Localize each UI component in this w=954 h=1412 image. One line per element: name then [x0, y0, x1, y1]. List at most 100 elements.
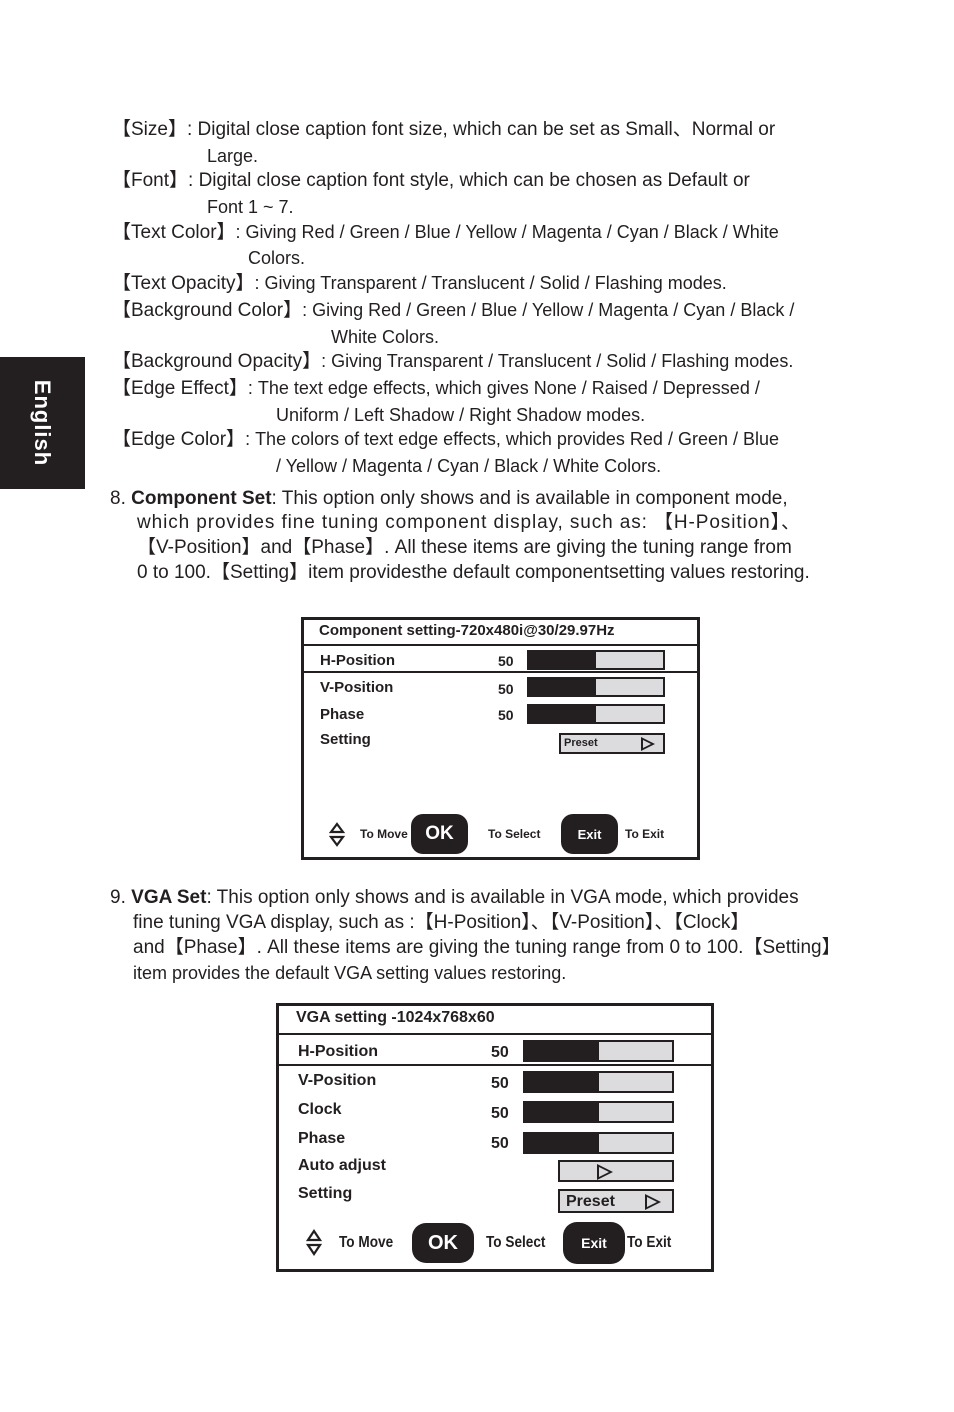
slider-fill: [525, 1134, 599, 1152]
option-background-opacity: 【Background Opacity】: Giving Transparent…: [112, 350, 793, 373]
h-position-slider[interactable]: [527, 650, 665, 670]
to-exit-hint: To Exit: [627, 1234, 672, 1251]
row-label: Phase: [320, 706, 365, 723]
ok-button[interactable]: OK: [411, 814, 468, 854]
row-label: Setting: [298, 1185, 353, 1202]
row-label: Auto adjust: [298, 1157, 386, 1174]
exit-button[interactable]: Exit: [561, 814, 618, 854]
preset-label: Preset: [566, 1193, 615, 1210]
play-triangle-inner: [647, 1197, 657, 1207]
option-text: : Digital close caption font size, which…: [186, 119, 776, 140]
section-text: : This option only shows and is availabl…: [271, 488, 788, 509]
section8-line1: 8. Component Set: This option only shows…: [110, 488, 788, 510]
section-text: 0 to 100.【Setting】item providesthe defau…: [137, 562, 810, 583]
row-label: Setting: [320, 731, 371, 748]
option-background-color: 【Background Color】: Giving Red / Green /…: [112, 299, 794, 322]
option-background-color-cont: White Colors.: [331, 327, 440, 347]
option-key: 【Font】: [112, 170, 189, 191]
slider-fill: [525, 1103, 599, 1121]
to-move-hint: To Move: [339, 1234, 394, 1251]
h-position-slider[interactable]: [523, 1040, 674, 1062]
option-font: 【Font】: Digital close caption font style…: [112, 170, 750, 192]
vga-setting-osd: VGA setting -1024x768x60 H-Position 50 V…: [276, 1003, 714, 1272]
slider-fill: [529, 652, 596, 668]
option-text: : Giving Transparent / Translucent / Sol…: [321, 351, 794, 371]
option-text-opacity: 【Text Opacity】: Giving Transparent / Tra…: [112, 272, 727, 295]
v-position-slider[interactable]: [523, 1071, 674, 1093]
row-value: 50: [498, 681, 514, 697]
option-key: 【Background Opacity】: [112, 351, 322, 372]
option-key: 【Size】: [112, 119, 187, 140]
row-label: V-Position: [298, 1072, 377, 1089]
row-value: 50: [491, 1075, 509, 1092]
section9-line4: item provides the default VGA setting va…: [133, 963, 567, 983]
row-label: Clock: [298, 1101, 342, 1118]
preset-button[interactable]: Preset: [558, 1189, 674, 1213]
section8-line2: which provides fine tuning component dis…: [137, 512, 801, 533]
option-text: : Giving Red / Green / Blue / Yellow / M…: [302, 300, 795, 320]
osd-header: Component setting-720x480i@30/29.97Hz: [304, 620, 697, 646]
slider-fill: [529, 679, 596, 695]
language-side-tab: English: [0, 357, 85, 489]
osd-title: VGA setting -1024x768x60: [296, 1009, 495, 1026]
preset-label: Preset: [564, 737, 598, 749]
option-key: 【Edge Effect】: [112, 378, 248, 399]
v-position-slider[interactable]: [527, 677, 665, 697]
option-text: : Digital close caption font style, whic…: [188, 170, 750, 191]
section9-line3: and【Phase】. All these items are giving t…: [133, 937, 841, 958]
row-value: 50: [498, 653, 514, 669]
clock-slider[interactable]: [523, 1101, 674, 1123]
slider-fill: [529, 706, 596, 722]
section-title: VGA Set: [131, 887, 207, 908]
play-triangle-inner: [643, 740, 651, 748]
row-value: 50: [491, 1135, 509, 1152]
option-text: : Giving Transparent / Translucent / Sol…: [254, 273, 727, 293]
section8-line4: 0 to 100.【Setting】item providesthe defau…: [137, 562, 810, 584]
osd-header: VGA setting -1024x768x60: [279, 1006, 711, 1035]
auto-adjust-button[interactable]: [558, 1160, 674, 1182]
option-text-color: 【Text Color】: Giving Red / Green / Blue …: [112, 221, 779, 244]
row-label: V-Position: [320, 679, 394, 696]
ok-button[interactable]: OK: [412, 1223, 474, 1263]
row-label: H-Position: [320, 652, 395, 669]
option-text: : The text edge effects, which gives Non…: [247, 378, 760, 398]
up-down-arrows-icon: [329, 822, 345, 847]
option-size: 【Size】: Digital close caption font size,…: [112, 119, 775, 141]
section9-line1: 9. VGA Set: This option only shows and i…: [110, 887, 799, 909]
section9-line2: fine tuning VGA display, such as :【H-Pos…: [133, 912, 750, 933]
section-text: : This option only shows and is availabl…: [206, 887, 799, 908]
row-value: 50: [498, 707, 514, 723]
option-edge-effect-cont: Uniform / Left Shadow / Right Shadow mod…: [276, 405, 646, 425]
language-label: English: [30, 379, 55, 467]
option-key: 【Background Color】: [112, 300, 303, 321]
option-key: 【Text Opacity】: [112, 273, 255, 294]
section-number: 8.: [110, 488, 126, 509]
row-label: Phase: [298, 1130, 346, 1147]
option-text: : The colors of text edge effects, which…: [245, 429, 780, 449]
to-select-hint: To Select: [486, 1234, 546, 1251]
divider: [279, 1064, 711, 1066]
row-label: H-Position: [298, 1043, 378, 1060]
phase-slider[interactable]: [527, 704, 665, 724]
section-number: 9.: [110, 887, 126, 908]
row-value: 50: [491, 1105, 509, 1122]
up-down-arrows-icon: [306, 1229, 322, 1256]
option-key: 【Text Color】: [112, 222, 236, 243]
option-key: 【Edge Color】: [112, 429, 246, 450]
component-setting-osd: Component setting-720x480i@30/29.97Hz H-…: [301, 617, 700, 860]
option-size-cont: Large.: [207, 146, 259, 166]
play-triangle-inner: [599, 1167, 609, 1177]
option-edge-effect: 【Edge Effect】: The text edge effects, wh…: [112, 377, 760, 400]
exit-button[interactable]: Exit: [563, 1222, 625, 1264]
to-exit-hint: To Exit: [625, 827, 665, 841]
slider-fill: [525, 1042, 599, 1060]
osd-title: Component setting-720x480i@30/29.97Hz: [319, 622, 615, 639]
divider: [304, 671, 697, 673]
option-edge-color-cont: / Yellow / Magenta / Cyan / Black / Whit…: [276, 456, 662, 476]
section-title: Component Set: [131, 488, 272, 509]
phase-slider[interactable]: [523, 1132, 674, 1154]
preset-button[interactable]: Preset: [559, 733, 665, 754]
to-select-hint: To Select: [488, 827, 541, 841]
option-text: : Giving Red / Green / Blue / Yellow / M…: [235, 222, 779, 242]
slider-fill: [525, 1073, 599, 1091]
